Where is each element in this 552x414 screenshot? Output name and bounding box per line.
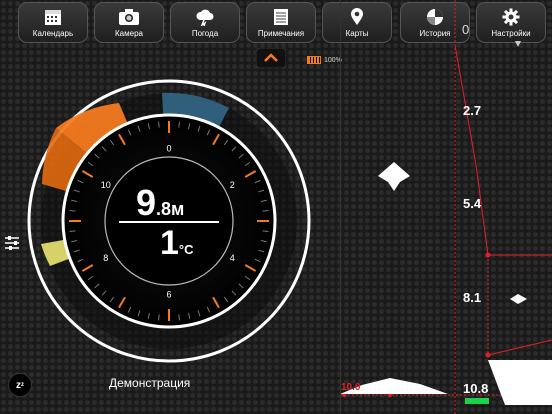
depth-unit: .8м: [156, 199, 185, 219]
temperature-unit: °C: [178, 242, 194, 257]
dial-tick: [69, 230, 76, 232]
depth-scale-label: 8.1: [463, 290, 482, 305]
adjust-controls-button[interactable]: [3, 234, 21, 257]
temperature-value: 1: [160, 224, 179, 262]
sliders-icon: [5, 236, 19, 250]
dial-tick: [158, 121, 160, 128]
dial-tick: [69, 210, 76, 212]
dial-tick: [178, 314, 180, 321]
dial-label: 6: [166, 290, 171, 300]
dial-label: 10: [101, 180, 111, 190]
dial-tick: [262, 210, 269, 212]
mode-label: Демонстрация: [109, 376, 191, 390]
depth-value: 9: [136, 182, 157, 223]
sleep-button[interactable]: zz: [8, 373, 32, 397]
fish-icon-small: [510, 294, 527, 304]
dial-tick: [178, 121, 180, 128]
dial-label: 8: [103, 253, 108, 263]
signal-indicator: [465, 398, 489, 404]
depth-readout: 9.8м: [136, 182, 246, 224]
dial-tick: [262, 230, 269, 232]
fish-icon: [378, 162, 410, 191]
depth-scale-label: 5.4: [463, 196, 482, 211]
depth-trace: [454, 44, 552, 256]
bottom-block: [488, 360, 552, 405]
bottom-depth-label: 10.8: [463, 381, 489, 396]
depth-scale-label: 2.7: [463, 103, 482, 118]
dial-label: 0: [166, 144, 171, 154]
temperature-readout: 1°C: [160, 224, 194, 263]
scroll-marker-icon: [515, 41, 521, 47]
dial-label: 4: [230, 253, 235, 263]
dial-tick: [158, 314, 160, 321]
bottom-red-label: 10.0: [341, 382, 361, 393]
